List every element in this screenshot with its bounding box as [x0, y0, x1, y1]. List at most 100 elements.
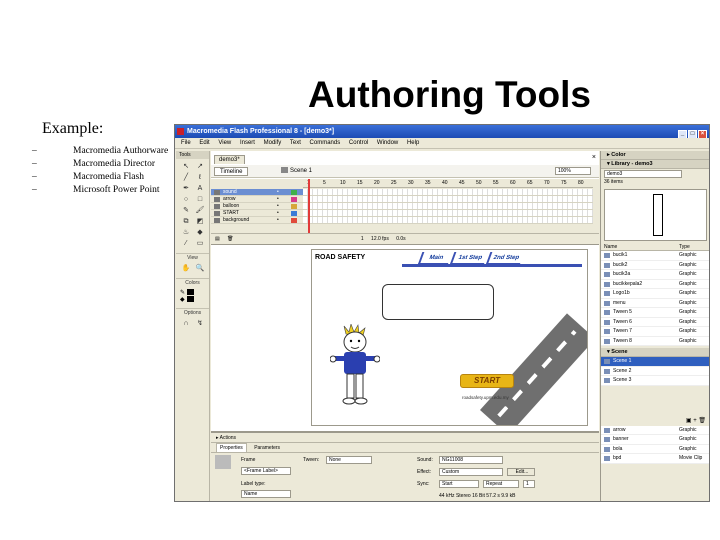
library-item[interactable]: bucik1 Graphic	[601, 251, 709, 261]
eraser-icon[interactable]: ▭	[194, 239, 206, 248]
frame-grid[interactable]	[303, 189, 593, 224]
menu-modify[interactable]: Modify	[264, 140, 282, 146]
library-item[interactable]: bucik2 Graphic	[601, 260, 709, 270]
scene-item[interactable]: Scene 1	[601, 357, 709, 367]
label-type-select[interactable]: Name	[241, 490, 291, 498]
eyedropper-icon[interactable]: ⁄	[180, 239, 192, 248]
zoom-select[interactable]: 100%	[555, 167, 591, 175]
layer-row[interactable]: START •	[211, 210, 303, 217]
repeat-count-input[interactable]: 1	[523, 480, 535, 488]
subselect-icon[interactable]: ↗	[194, 162, 206, 171]
library-item[interactable]: bpd Movie Clip	[601, 454, 709, 464]
menu-help[interactable]: Help	[407, 140, 419, 146]
sound-select[interactable]: NG11008	[439, 456, 503, 464]
frame-row[interactable]	[303, 217, 593, 224]
edit-button[interactable]: Edit...	[507, 468, 535, 476]
menu-insert[interactable]: Insert	[240, 140, 255, 146]
delete-scene-icon[interactable]: 🗑	[698, 418, 706, 424]
pen-icon[interactable]: ✒	[180, 184, 192, 193]
frame-row[interactable]	[303, 196, 593, 203]
library-item[interactable]: arrow Graphic	[601, 425, 709, 435]
menu-control[interactable]: Control	[349, 140, 368, 146]
delete-layer-icon[interactable]: 🗑	[227, 236, 233, 242]
color-panel-header[interactable]: ▸ Color	[601, 151, 709, 160]
repeat-select[interactable]: Repeat	[483, 480, 519, 488]
playhead[interactable]	[308, 179, 310, 241]
library-item[interactable]: menu Graphic	[601, 298, 709, 308]
scene-panel-header[interactable]: ▾ Scene	[601, 348, 709, 357]
snap-magnet-icon[interactable]: ∩	[180, 319, 192, 328]
layer-row[interactable]: balloon •	[211, 203, 303, 210]
menu-file[interactable]: File	[181, 140, 191, 146]
stage-nav-step2[interactable]: 2nd Step	[485, 252, 525, 265]
layer-row[interactable]: arrow •	[211, 196, 303, 203]
insert-layer-icon[interactable]: ▤	[215, 236, 220, 242]
layer-row[interactable]: sound •	[211, 189, 303, 196]
layer-row[interactable]: background •	[211, 217, 303, 224]
tab-parameters[interactable]: Parameters	[254, 445, 280, 451]
freetransform-icon[interactable]: ⧉	[180, 217, 192, 226]
frame-row[interactable]	[303, 203, 593, 210]
visibility-dot[interactable]: •	[277, 210, 279, 217]
library-item[interactable]: Tween 7 Graphic	[601, 327, 709, 337]
menu-commands[interactable]: Commands	[310, 140, 341, 146]
menu-view[interactable]: View	[218, 140, 231, 146]
visibility-dot[interactable]: •	[277, 196, 279, 203]
scene-item[interactable]: Scene 2	[601, 366, 709, 376]
library-item[interactable]: Tween 5 Graphic	[601, 308, 709, 318]
layer-name: START	[223, 210, 239, 216]
frame-row[interactable]	[303, 189, 593, 196]
zoom-icon[interactable]: 🔍	[194, 264, 206, 273]
oval-icon[interactable]: ○	[180, 195, 192, 204]
stage-start-button[interactable]: START	[460, 374, 514, 388]
paintbucket-icon[interactable]: ◆	[194, 228, 206, 237]
lasso-icon[interactable]: ℓ	[194, 173, 206, 182]
hand-icon[interactable]: ✋	[180, 264, 192, 273]
stage-nav-main[interactable]: Main	[417, 252, 453, 265]
column-name[interactable]: Name	[604, 244, 617, 250]
library-select[interactable]: demo3	[604, 170, 682, 178]
library-panel-header[interactable]: ▾ Library - demo3	[601, 160, 709, 169]
smooth-icon[interactable]: ↯	[194, 319, 206, 328]
duplicate-scene-icon[interactable]: ▣	[686, 418, 692, 424]
library-item[interactable]: Tween 6 Graphic	[601, 317, 709, 327]
menu-text[interactable]: Text	[290, 140, 301, 146]
visibility-dot[interactable]: •	[277, 189, 279, 196]
document-tab[interactable]: demo3*	[214, 155, 245, 164]
document-close-icon[interactable]: ×	[592, 154, 596, 161]
actions-panel-header[interactable]: ▸ Actions	[211, 433, 599, 443]
line-icon[interactable]: ╱	[180, 173, 192, 182]
arrow-icon[interactable]: ↖	[180, 162, 192, 171]
timeline-button[interactable]: Timeline	[214, 167, 249, 176]
frame-label-input[interactable]: <Frame Label>	[241, 467, 291, 475]
library-item[interactable]: bola Graphic	[601, 444, 709, 454]
tween-select[interactable]: None	[326, 456, 372, 464]
text-icon[interactable]: A	[194, 184, 206, 193]
pencil-icon[interactable]: ✎	[180, 206, 192, 215]
menu-edit[interactable]: Edit	[199, 140, 209, 146]
inkbottle-icon[interactable]: ♨	[180, 228, 192, 237]
library-item[interactable]: Logo1b Graphic	[601, 289, 709, 299]
menu-window[interactable]: Window	[377, 140, 398, 146]
sync-select[interactable]: Start	[439, 480, 479, 488]
frame-row[interactable]	[303, 210, 593, 217]
stage-nav-step1[interactable]: 1st Step	[449, 252, 489, 265]
column-type[interactable]: Type	[679, 243, 690, 251]
brush-icon[interactable]: 🖌	[194, 206, 206, 215]
library-item[interactable]: Tween 8 Graphic	[601, 336, 709, 346]
scene-item[interactable]: Scene 3	[601, 376, 709, 386]
visibility-dot[interactable]: •	[277, 217, 279, 224]
visibility-dot[interactable]: •	[277, 203, 279, 210]
fill-transform-icon[interactable]: ◩	[194, 217, 206, 226]
rect-icon[interactable]: □	[194, 195, 206, 204]
fill-color-swatch[interactable]	[186, 296, 194, 303]
tab-properties[interactable]: Properties	[216, 443, 247, 453]
library-item[interactable]: banner Graphic	[601, 435, 709, 445]
library-item[interactable]: bucikkepala2 Graphic	[601, 279, 709, 289]
library-item[interactable]: bucik3a Graphic	[601, 270, 709, 280]
add-scene-icon[interactable]: +	[693, 418, 697, 424]
effect-select[interactable]: Custom	[439, 468, 503, 476]
stage[interactable]: ROAD SAFETY Main 1st Step 2nd Step START…	[311, 249, 588, 426]
bullet-dash: –	[32, 172, 37, 182]
stroke-color-swatch[interactable]	[187, 289, 195, 296]
